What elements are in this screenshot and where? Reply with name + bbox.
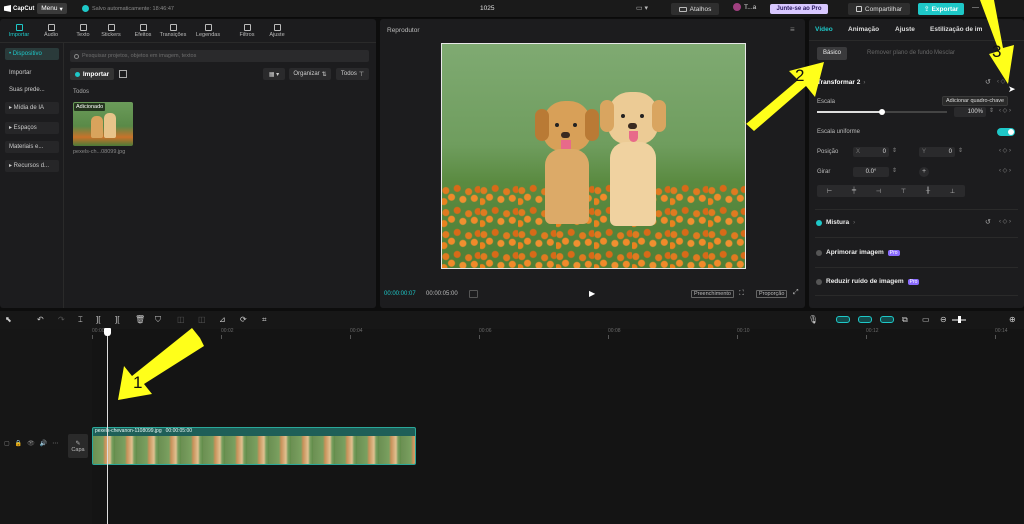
annotation-label-2: 2	[795, 66, 804, 85]
mouse-cursor-icon: ➤	[1008, 84, 1016, 94]
annotation-arrow-2	[742, 62, 824, 131]
annotation-overlay: 1 2 3	[118, 0, 1014, 400]
annotation-label-3: 3	[992, 42, 1001, 61]
annotation-arrow-1	[118, 328, 204, 400]
annotation-label-1: 1	[133, 373, 142, 392]
